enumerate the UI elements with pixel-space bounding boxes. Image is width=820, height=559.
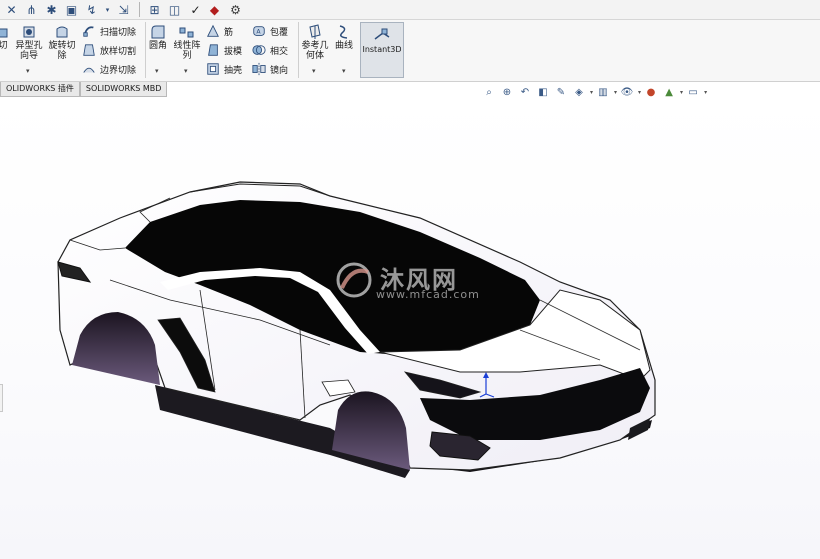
watermark-logo [336, 262, 372, 298]
watermark: 沐风网 www.mfcad.com [332, 258, 502, 304]
watermark-url: www.mfcad.com [376, 288, 480, 301]
